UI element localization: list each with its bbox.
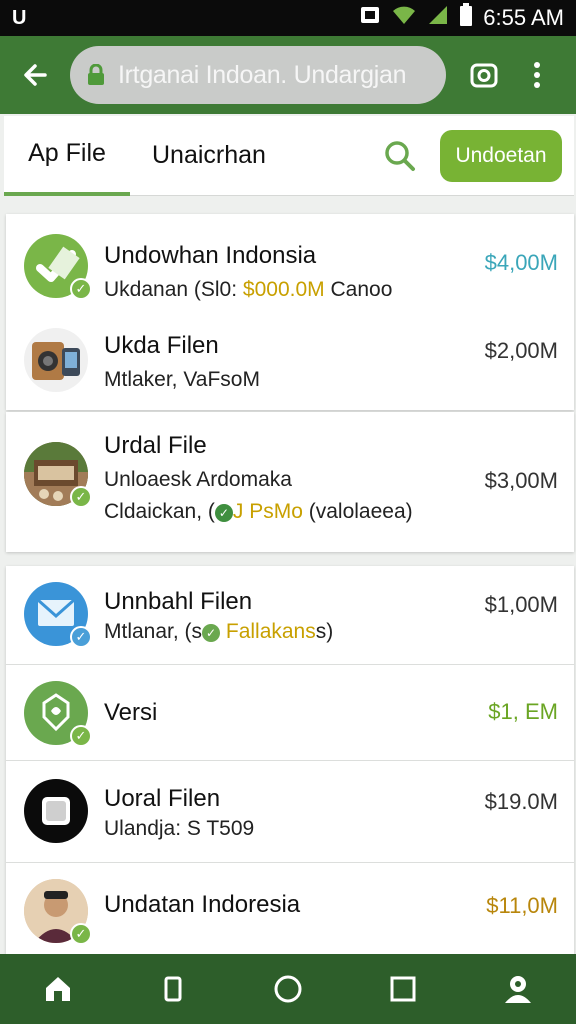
search-icon[interactable] [382,138,418,174]
square-overview-icon[interactable] [379,965,427,1013]
item-subtitle: Unloaesk Ardomaka [104,468,292,491]
list-item[interactable]: ✓ Undowhan Indonsia Ukdanan (Sl0: $000.0… [6,214,574,314]
black-square-app-icon [24,779,88,843]
green-check-app-icon: ✓ [24,234,92,300]
item-subtitle: Mtlanar, (s ✓ Fallakanss) [104,620,334,643]
battery-icon [459,3,473,33]
verified-badge-icon: ✓ [70,486,92,508]
back-arrow-icon[interactable] [12,52,58,98]
item-price: $4,00M [484,250,558,275]
tab-ap-file[interactable]: Ap File [4,116,130,196]
mail-app-icon: ✓ [24,582,92,648]
item-title: Urdal File [104,432,207,459]
item-title: Ukda Filen [104,332,219,359]
url-text: Irtganai Indoan. Undargjan [118,60,407,89]
item-title: Versi [104,699,158,726]
tab-bar: Ap File Unaicrhan Undoetan [4,116,574,196]
item-title: Undatan Indoresia [104,891,301,918]
url-bar[interactable]: Irtganai Indoan. Undargjan [70,46,446,104]
circle-home-icon[interactable] [264,965,312,1013]
item-subtitle: Ulandja: S T509 [104,817,255,840]
list-item[interactable]: ✓ Versi $1, EM [6,664,574,760]
verified-badge-icon: ✓ [70,626,92,648]
camera-device-icon [24,328,88,392]
more-vert-icon[interactable] [522,55,552,95]
item-price: $1, EM [488,699,558,724]
list-card-1: ✓ Undowhan Indonsia Ukdanan (Sl0: $000.0… [6,214,574,410]
notification-icon [359,4,381,32]
list-item[interactable]: ✓ Urdal File Unloaesk Ardomaka Cldaickan… [6,412,574,552]
item-title: Uoral Filen [104,785,221,812]
market-photo-icon: ✓ [24,442,92,508]
tab-unaicrhan[interactable]: Unaicrhan [152,116,266,196]
leaf-app-icon: ✓ [24,681,92,747]
verified-badge-icon: ✓ [70,725,92,747]
item-subtitle: Ukdanan (Sl0: $000.0M Canoo [104,278,393,301]
home-icon[interactable] [34,965,82,1013]
item-title: Unnbahl Filen [104,588,253,615]
item-price: $19.0M [484,789,558,814]
signal-icon [427,4,449,32]
list-item[interactable]: Uoral Filen Ulandja: S T509 $19.0M [6,760,574,862]
item-subtitle: Mtlaker, VaFsoM [104,368,260,391]
lock-icon [86,63,106,86]
verified-badge-icon: ✓ [70,278,92,300]
recent-phone-icon[interactable] [149,965,197,1013]
item-price: $11,0M [486,893,558,918]
list-item[interactable]: ✓ Undatan Indoresia $11,0M [6,862,574,954]
status-bar: U 6:55 AM [0,0,576,36]
person-avatar-icon: ✓ [24,879,92,945]
app-bar: Irtganai Indoan. Undargjan [0,36,576,114]
camera-icon[interactable] [464,55,504,95]
item-price: $2,00M [484,338,558,363]
item-price: $3,00M [484,468,558,493]
check-icon: ✓ [202,624,221,642]
list-item[interactable]: Ukda Filen Mtlaker, VaFsoM $2,00M [6,314,574,410]
verified-badge-icon: ✓ [70,923,92,945]
item-price: $1,00M [484,592,558,617]
bottom-nav-bar [0,954,576,1024]
status-time: 6:55 AM [483,5,564,30]
check-icon: ✓ [214,504,233,522]
list-card-3: ✓ Unnbahl Filen Mtlanar, (s ✓ Fallakanss)… [6,566,574,954]
undoetan-button[interactable]: Undoetan [440,129,562,182]
list-card-2: ✓ Urdal File Unloaesk Ardomaka Cldaickan… [6,412,574,552]
profile-icon[interactable] [494,965,542,1013]
wifi-icon [391,4,417,32]
status-left-glyph: U [12,6,27,29]
item-title: Undowhan Indonsia [104,242,317,269]
item-subtitle-2: Cldaickan, (✓ J PsMo (valolaeea) [104,500,413,523]
list-item[interactable]: ✓ Unnbahl Filen Mtlanar, (s ✓ Fallakanss)… [6,566,574,664]
